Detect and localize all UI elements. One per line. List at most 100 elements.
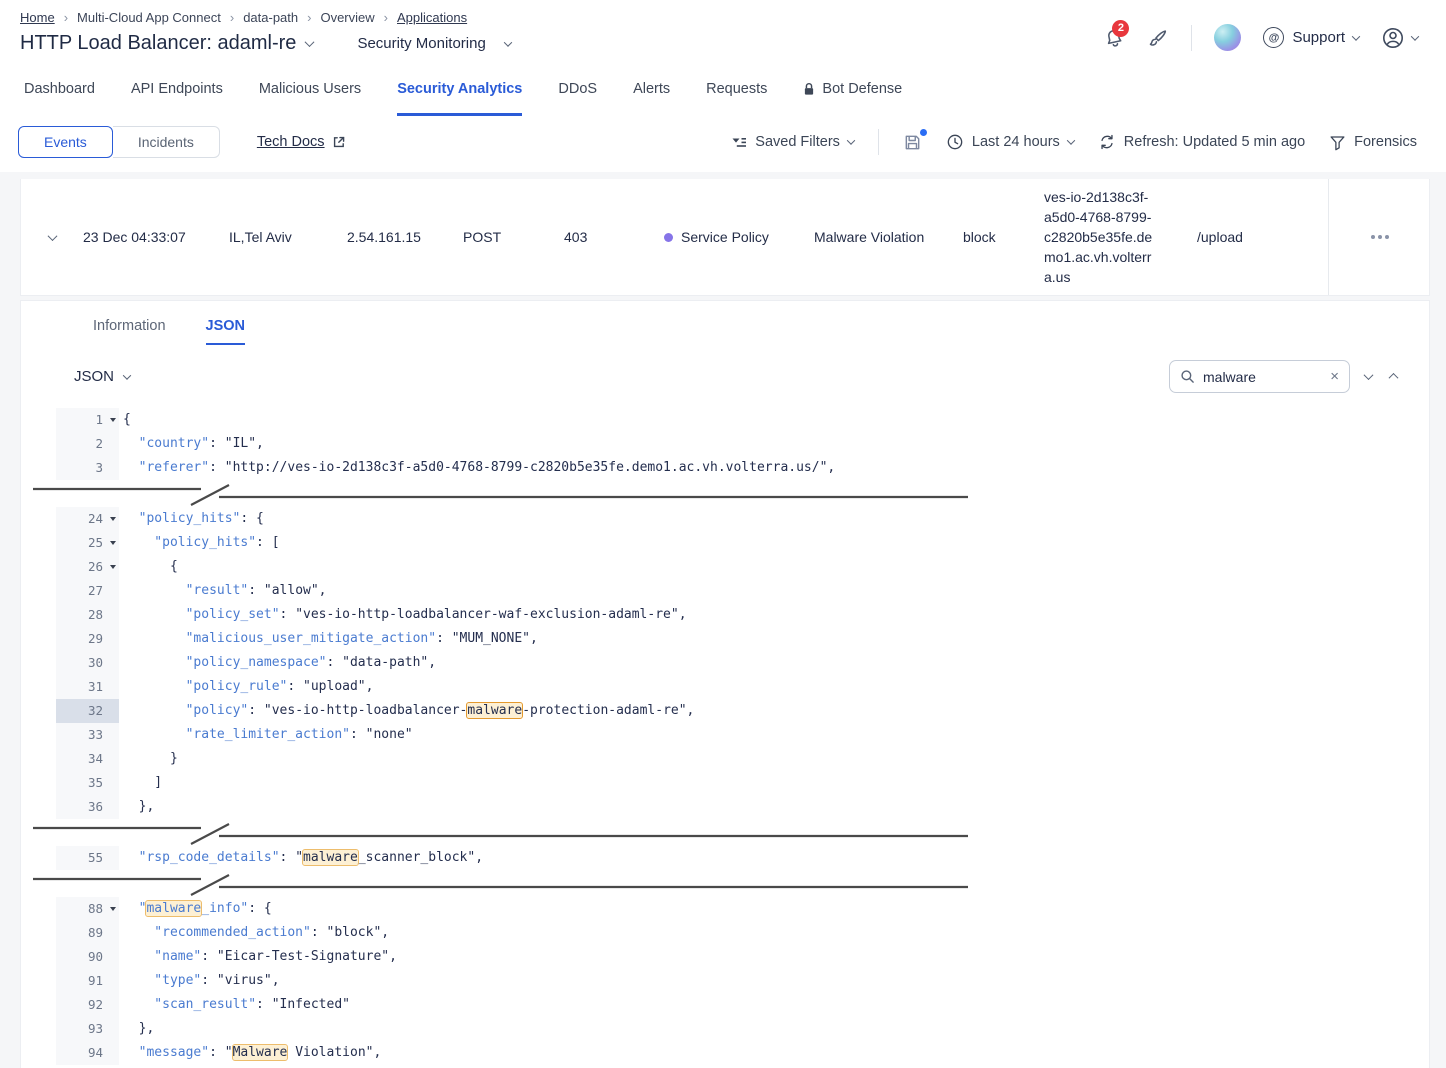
previous-match-button[interactable]	[1389, 373, 1399, 383]
event-timestamp: 23 Dec 04:33:07	[83, 229, 229, 245]
line-number: 92	[56, 993, 119, 1017]
next-match-button[interactable]	[1364, 370, 1374, 380]
code-line: 28"policy_set": "ves-io-http-loadbalance…	[21, 603, 1429, 627]
code-line: 90"name": "Eicar-Test-Signature",	[21, 945, 1429, 969]
support-menu[interactable]: @ Support	[1263, 27, 1359, 48]
line-number: 25	[56, 531, 119, 555]
chevron-down-icon[interactable]	[305, 37, 315, 47]
line-number: 91	[56, 969, 119, 993]
code-line: 34}	[21, 747, 1429, 771]
time-range-dropdown[interactable]: Last 24 hours	[946, 133, 1074, 151]
line-number: 29	[56, 627, 119, 651]
json-search-input[interactable]	[1203, 369, 1322, 385]
code-line: 93},	[21, 1017, 1429, 1041]
chevron-down-icon	[1067, 136, 1075, 144]
events-incidents-toggle: Events Incidents	[18, 126, 220, 158]
tab-requests[interactable]: Requests	[706, 78, 767, 116]
refresh-button[interactable]: Refresh: Updated 5 min ago	[1098, 133, 1305, 151]
code-line: 31"policy_rule": "upload",	[21, 675, 1429, 699]
clear-search-icon[interactable]: ×	[1330, 369, 1339, 384]
incidents-toggle-button[interactable]: Incidents	[113, 126, 220, 158]
external-link-icon	[332, 135, 346, 149]
tab-ddos[interactable]: DDoS	[558, 78, 597, 116]
event-domain: ves-io-2d138c3f-a5d0-4768-8799-c2820b5e3…	[1044, 187, 1197, 287]
fold-caret-icon[interactable]	[110, 418, 116, 422]
breadcrumb-home[interactable]: Home	[20, 10, 55, 25]
row-expander[interactable]	[21, 234, 83, 241]
line-number: 2	[56, 432, 119, 456]
current-search-match: malware	[467, 703, 522, 718]
line-number: 3	[56, 456, 119, 480]
code-line: 3"referer": "http://ves-io-2d138c3f-a5d0…	[21, 456, 1429, 480]
fold-caret-icon[interactable]	[110, 565, 116, 569]
row-actions-menu[interactable]	[1328, 179, 1431, 295]
event-source: Service Policy	[664, 229, 814, 245]
chevron-down-icon	[847, 136, 855, 144]
tab-dashboard[interactable]: Dashboard	[24, 78, 95, 116]
refresh-icon	[1098, 133, 1116, 151]
save-filter-button[interactable]	[903, 133, 922, 152]
fold-zigzag-icon	[33, 821, 968, 845]
json-code-viewer: 1{2"country": "IL",3"referer": "http://v…	[21, 408, 1429, 1068]
chevron-down-icon	[504, 38, 512, 46]
tab-alerts[interactable]: Alerts	[633, 78, 670, 116]
breadcrumb-separator: ›	[64, 10, 68, 25]
tech-docs-link[interactable]: Tech Docs	[257, 134, 346, 150]
filter-list-icon	[731, 135, 747, 150]
chevron-down-icon	[47, 231, 57, 241]
code-line: 89"recommended_action": "block",	[21, 921, 1429, 945]
tab-api-endpoints[interactable]: API Endpoints	[131, 78, 223, 116]
forensics-label: Forensics	[1354, 134, 1417, 150]
code-line: 26{	[21, 555, 1429, 579]
tab-json[interactable]: JSON	[206, 318, 246, 345]
line-number: 93	[56, 1017, 119, 1041]
app-root: Home › Multi-Cloud App Connect › data-pa…	[0, 0, 1446, 1068]
event-response-code: 403	[564, 229, 664, 245]
notifications-button[interactable]: 2	[1103, 27, 1125, 49]
fold-caret-icon[interactable]	[110, 517, 116, 521]
code-line: 36},	[21, 795, 1429, 819]
header-divider	[1191, 25, 1192, 51]
fold-caret-icon[interactable]	[110, 907, 116, 911]
code-line: 1{	[21, 408, 1429, 432]
events-toggle-button[interactable]: Events	[18, 126, 113, 158]
tab-malicious-users[interactable]: Malicious Users	[259, 78, 361, 116]
breadcrumb-multi-cloud-app-connect: Multi-Cloud App Connect	[77, 10, 221, 25]
event-row[interactable]: 23 Dec 04:33:07 IL,Tel Aviv 2.54.161.15 …	[20, 179, 1430, 296]
account-menu[interactable]	[1381, 26, 1418, 50]
saved-filters-dropdown[interactable]: Saved Filters	[731, 134, 854, 150]
code-line: 24"policy_hits": {	[21, 507, 1429, 531]
tab-bot-defense[interactable]: Bot Defense	[803, 78, 902, 116]
line-number: 90	[56, 945, 119, 969]
line-number: 35	[56, 771, 119, 795]
fold-caret-icon[interactable]	[110, 541, 116, 545]
event-source-ip: 2.54.161.15	[347, 229, 463, 245]
chevron-down-icon	[1352, 32, 1360, 40]
event-detail-panel: Information JSON JSON ×	[20, 300, 1430, 1068]
code-line: 30"policy_namespace": "data-path",	[21, 651, 1429, 675]
format-selector-label: JSON	[74, 368, 114, 385]
forensics-button[interactable]: Forensics	[1329, 134, 1417, 151]
code-line: 94"message": "Malware Violation",	[21, 1041, 1429, 1065]
fold-zigzag-icon	[33, 482, 968, 506]
context-selector[interactable]: Security Monitoring	[357, 35, 510, 52]
customize-button[interactable]	[1147, 27, 1169, 49]
tech-docs-label: Tech Docs	[257, 134, 325, 150]
tab-bot-defense-label: Bot Defense	[822, 81, 902, 97]
event-path: /upload	[1197, 229, 1328, 245]
lock-icon	[803, 82, 815, 96]
search-icon	[1180, 369, 1195, 384]
tab-security-analytics[interactable]: Security Analytics	[397, 78, 522, 116]
json-search-box: ×	[1169, 360, 1350, 393]
event-source-label: Service Policy	[681, 229, 769, 245]
refresh-label: Refresh: Updated 5 min ago	[1124, 134, 1305, 150]
code-line: 25"policy_hits": [	[21, 531, 1429, 555]
format-selector[interactable]: JSON	[74, 368, 130, 385]
breadcrumb-applications[interactable]: Applications	[397, 10, 467, 25]
code-line: 55"rsp_code_details": "malware_scanner_b…	[21, 846, 1429, 870]
code-line: 35]	[21, 771, 1429, 795]
tab-information[interactable]: Information	[93, 318, 166, 345]
page-title[interactable]: HTTP Load Balancer: adaml-re	[20, 32, 296, 55]
line-number: 31	[56, 675, 119, 699]
brand-logo[interactable]	[1214, 24, 1241, 51]
